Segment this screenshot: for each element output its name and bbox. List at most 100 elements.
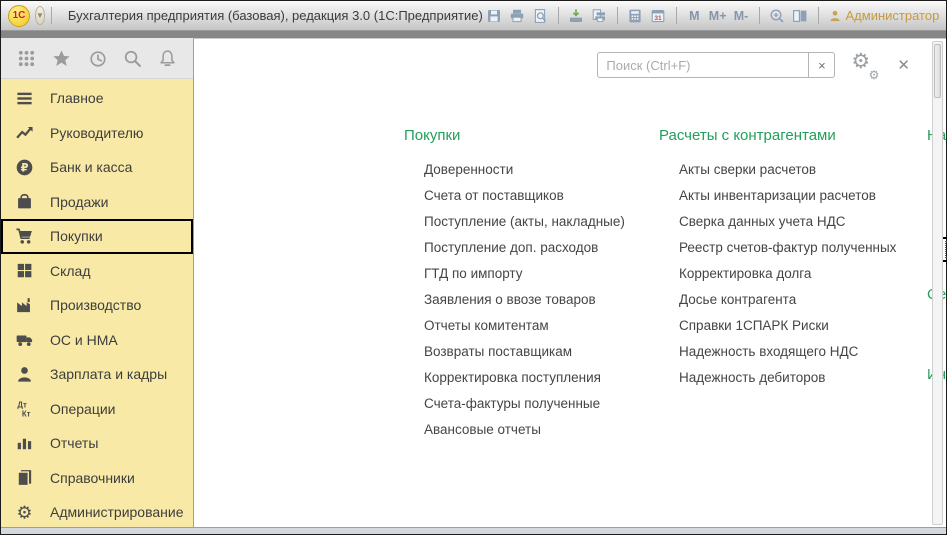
menu-link[interactable]: Поступление (акты, накладные) — [424, 209, 659, 235]
user-icon — [828, 9, 842, 23]
sidebar-item[interactable]: ⚙Администрирование — [1, 495, 193, 530]
dtkt-icon: ДтКт — [15, 399, 34, 418]
truck-icon — [15, 330, 34, 349]
menu-link[interactable]: Возвраты поставщикам — [424, 339, 659, 365]
bell-icon[interactable] — [158, 49, 177, 68]
sidebar-item-label: Отчеты — [50, 435, 98, 451]
separator — [676, 7, 677, 24]
star-icon[interactable] — [52, 49, 71, 68]
menu-link[interactable]: Поступление доп. расходов — [424, 235, 659, 261]
panel-close-button[interactable]: ✕ — [897, 56, 910, 74]
scrollbar-thumb[interactable] — [934, 44, 941, 98]
section-title: Покупки — [404, 127, 659, 144]
calc-m-plus-button[interactable]: M+ — [706, 5, 730, 26]
sidebar-item[interactable]: Зарплата и кадры — [1, 357, 193, 392]
vertical-scrollbar[interactable] — [932, 41, 943, 525]
trend-icon — [15, 123, 34, 142]
titlebar: 1С ▼ Бухгалтерия предприятия (базовая), … — [1, 1, 946, 31]
sidebar-item[interactable]: ₽ Банк и касса — [1, 150, 193, 185]
search-icon[interactable] — [123, 49, 142, 68]
print-preview-button[interactable] — [529, 5, 552, 26]
settings-gears-icon[interactable]: ⚙⚙ — [851, 52, 879, 78]
import-icon — [568, 8, 584, 24]
svg-text:Дт: Дт — [17, 401, 27, 410]
menu-link[interactable]: Отчеты комитентам — [424, 313, 659, 339]
sidebar-item[interactable]: ОС и НМА — [1, 323, 193, 358]
svg-text:⚙: ⚙ — [17, 503, 33, 522]
menu-link[interactable]: Заявления о ввозе товаров — [424, 287, 659, 313]
zoom-button[interactable] — [766, 5, 789, 26]
sidebar-item[interactable]: Продажи — [1, 185, 193, 220]
separator — [818, 7, 819, 24]
calc-m-button[interactable]: M — [683, 5, 706, 26]
sidebar-item[interactable]: Отчеты — [1, 426, 193, 461]
split-button[interactable] — [789, 5, 812, 26]
sidebar-toolbar — [1, 38, 193, 79]
split-icon — [792, 8, 808, 24]
separator — [759, 7, 760, 24]
menu-link[interactable]: Акты инвентаризации расчетов — [679, 183, 927, 209]
separator — [51, 7, 52, 24]
sidebar-item[interactable]: Главное — [1, 81, 193, 116]
menu-link[interactable]: Акты сверки расчетов — [679, 157, 927, 183]
menu-link[interactable]: Надежность входящего НДС — [679, 339, 927, 365]
calc-m-minus-button[interactable]: M- — [730, 5, 753, 26]
calendar-button[interactable]: 31 — [647, 5, 670, 26]
functions-panel: × ⚙⚙ ✕ Покупки ДоверенностиСчета от поста… — [193, 38, 946, 527]
system-menu-button[interactable]: ▼ — [35, 6, 45, 25]
menu-link[interactable]: ГТД по импорту — [424, 261, 659, 287]
gear-icon: ⚙ — [15, 503, 34, 522]
current-user: Администратор — [828, 8, 940, 23]
separator — [617, 7, 618, 24]
menu-section: ПокупкиДоверенностиСчета от поставщиковП… — [404, 127, 659, 443]
menu-link[interactable]: Корректировка долга — [679, 261, 927, 287]
calculator-button[interactable] — [624, 5, 647, 26]
menu-link[interactable]: Доверенности — [424, 157, 659, 183]
section-title: Расчеты с контрагентами — [659, 127, 927, 144]
window-title: Бухгалтерия предприятия (базовая), редак… — [68, 8, 483, 23]
sidebar-item-label: Главное — [50, 90, 104, 106]
menu-link[interactable]: Реестр счетов-фактур полученных — [679, 235, 927, 261]
print-icon — [509, 8, 525, 24]
menu-link[interactable]: Счета от поставщиков — [424, 183, 659, 209]
user-name-label: Администратор — [846, 8, 940, 23]
window-frame-bottom — [1, 527, 946, 534]
sidebar-item-label: Банк и касса — [50, 159, 132, 175]
separator — [558, 7, 559, 24]
sidebar-item[interactable]: Покупки — [1, 219, 193, 254]
window-frame-strip — [1, 31, 946, 38]
menu-link[interactable]: Справки 1СПАРК Риски — [679, 313, 927, 339]
sidebar-item[interactable]: Производство — [1, 288, 193, 323]
cart-icon — [15, 227, 34, 246]
history-icon[interactable] — [88, 49, 107, 68]
menu-section: Расчеты с контрагентами Акты сверки расче… — [659, 127, 927, 391]
print-doc-button[interactable] — [588, 5, 611, 26]
calendar-icon: 31 — [650, 8, 666, 24]
search-input[interactable] — [598, 53, 808, 77]
save-button[interactable] — [483, 5, 506, 26]
menu-link[interactable]: Сверка данных учета НДС — [679, 209, 927, 235]
sidebar-item-label: Склад — [50, 263, 91, 279]
menu-link[interactable]: Досье контрагента — [679, 287, 927, 313]
apps-grid-icon[interactable] — [17, 49, 36, 68]
sidebar-item[interactable]: Склад — [1, 254, 193, 289]
sidebar-item[interactable]: Справочники — [1, 461, 193, 496]
menu-link[interactable]: Корректировка поступления — [424, 365, 659, 391]
search-clear-button[interactable]: × — [808, 53, 834, 77]
menu-column: Расчеты с контрагентами Акты сверки расче… — [659, 127, 927, 467]
sections-sidebar: Главное Руководителю ₽ Банк и касса Продажи П… — [1, 38, 193, 527]
menu-column: ПокупкиДоверенностиСчета от поставщиковП… — [404, 127, 659, 467]
sidebar-item[interactable]: ДтКтОперации — [1, 392, 193, 427]
menu-link[interactable]: Авансовые отчеты — [424, 417, 659, 443]
print-doc-icon — [591, 8, 607, 24]
menu-link[interactable]: Счета-фактуры полученные — [424, 391, 659, 417]
print-button[interactable] — [506, 5, 529, 26]
svg-text:₽: ₽ — [21, 161, 29, 174]
menu-link[interactable]: Надежность дебиторов — [679, 365, 927, 391]
sidebar-item-label: Справочники — [50, 470, 135, 486]
sidebar-item-label: Продажи — [50, 194, 108, 210]
import-button[interactable] — [565, 5, 588, 26]
1c-logo-icon: 1С — [8, 5, 30, 27]
sidebar-item[interactable]: Руководителю — [1, 116, 193, 151]
factory-icon — [15, 296, 34, 315]
